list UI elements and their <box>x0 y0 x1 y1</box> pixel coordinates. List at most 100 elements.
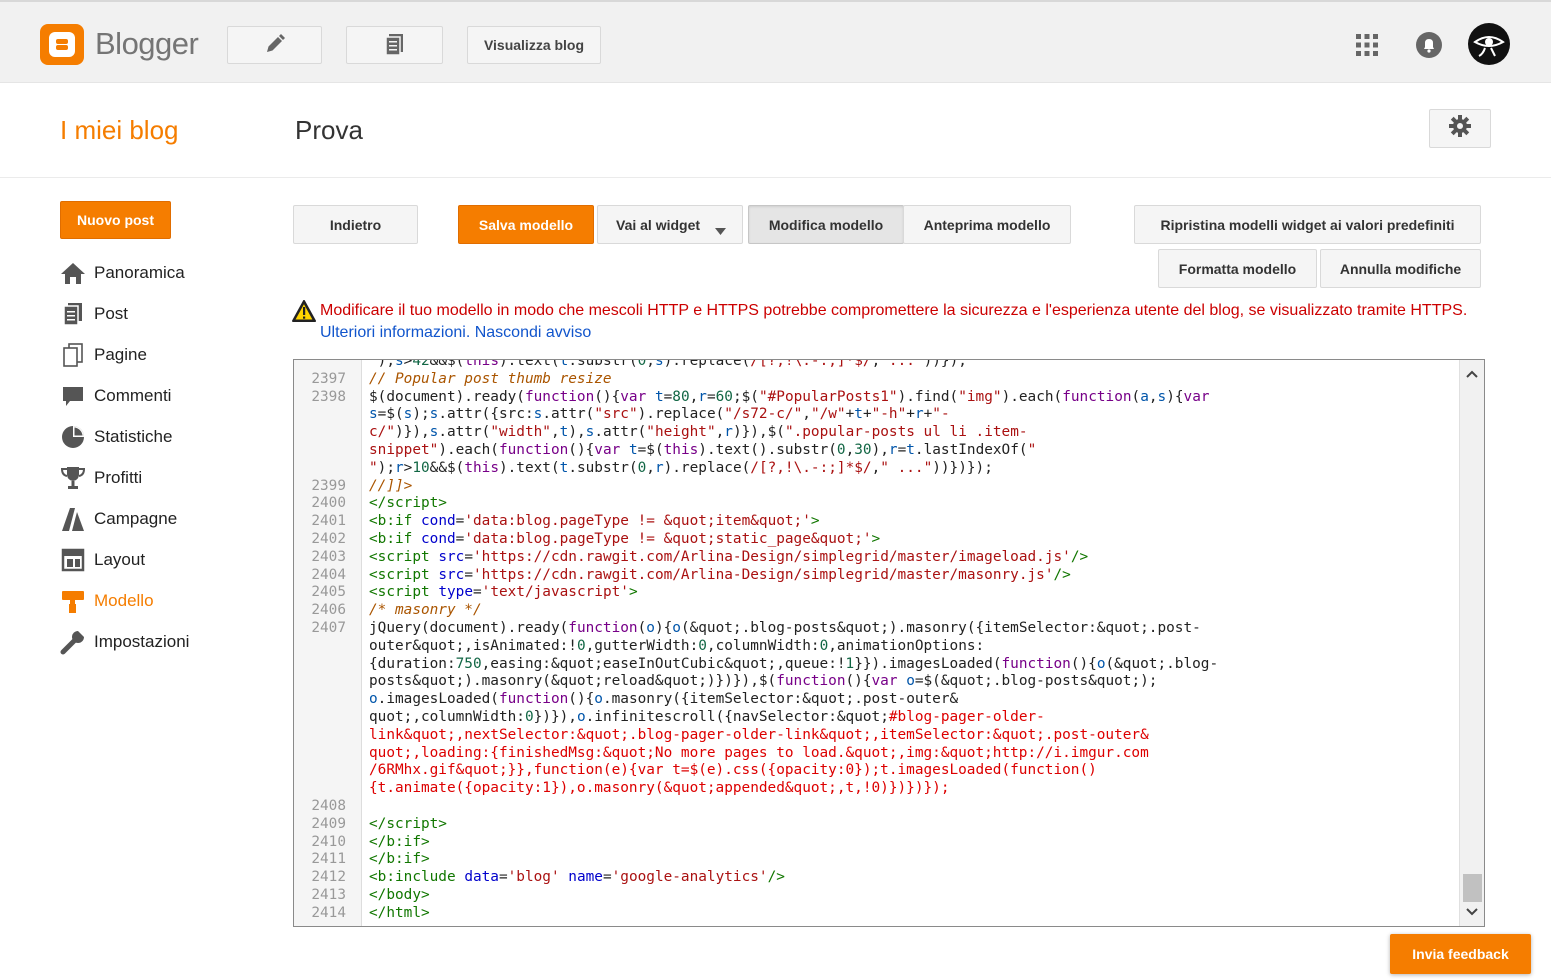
jump-to-widget-dropdown[interactable]: Vai al widget <box>597 205 743 244</box>
line-number: 2409 <box>311 815 346 832</box>
code-line: snippet").each(function(){var t=$(this).… <box>294 442 1459 460</box>
stats-icon <box>60 424 86 450</box>
line-number: 2402 <box>311 530 346 547</box>
layout-icon <box>60 547 86 573</box>
blog-title: Prova <box>295 115 363 145</box>
line-number: 2407 <box>311 619 346 636</box>
template-code-editor[interactable]: ");s>42&&$(this).text(t.substr(0,s).repl… <box>293 359 1485 927</box>
trophy-icon <box>60 465 86 491</box>
code-content[interactable]: ");s>42&&$(this).text(t.substr(0,s).repl… <box>294 360 1459 923</box>
scroll-up-icon[interactable] <box>1460 364 1484 384</box>
line-number: 2398 <box>311 388 346 405</box>
line-number: 2404 <box>311 566 346 583</box>
apps-grid-icon[interactable] <box>1354 32 1380 58</box>
sidebar-item-commenti[interactable]: Commenti <box>60 381 260 411</box>
code-line: 2401 <b:if cond='data:blog.pageType != &q… <box>294 513 1459 531</box>
editor-scrollbar[interactable] <box>1459 360 1484 926</box>
preview-template-button[interactable]: Anteprima modello <box>903 205 1071 244</box>
edit-template-button[interactable]: Modifica modello <box>748 205 904 244</box>
sidebar-item-label: Modello <box>94 591 154 610</box>
line-number <box>294 691 362 709</box>
code-line: /6RMhx.gif&quot;}},function(e){var t=$(e… <box>294 762 1459 780</box>
settings-button[interactable] <box>1429 109 1491 148</box>
sidebar-item-label: Statistiche <box>94 427 173 446</box>
code-line: quot;,loading:{finishedMsg:&quot;No more… <box>294 745 1459 763</box>
line-number <box>294 709 362 727</box>
new-post-pencil-button[interactable] <box>227 26 322 64</box>
pages-toolbar-button[interactable] <box>346 26 443 64</box>
code-line: 2397// Popular post thumb resize <box>294 371 1459 389</box>
gear-icon <box>1448 114 1472 143</box>
code-line: 2400 </script> <box>294 495 1459 513</box>
sidebar-item-pagine[interactable]: Pagine <box>60 340 260 370</box>
revert-changes-button[interactable]: Annulla modifiche <box>1320 249 1481 288</box>
sidebar-item-label: Layout <box>94 550 146 569</box>
pages-icon <box>384 32 406 59</box>
code-line: ");r>10&&$(this).text(t.substr(0,r).repl… <box>294 460 1459 478</box>
scroll-down-icon[interactable] <box>1460 902 1484 922</box>
line-number: 2412 <box>311 869 346 886</box>
back-button[interactable]: Indietro <box>293 205 418 244</box>
template-icon <box>60 588 86 614</box>
view-blog-button[interactable]: Visualizza blog <box>467 26 601 64</box>
line-number: 2399 <box>311 477 346 494</box>
warning-icon <box>292 300 316 329</box>
code-line: 2411 </b:if> <box>294 851 1459 869</box>
send-feedback-button[interactable]: Invia feedback <box>1390 934 1531 974</box>
posts-icon <box>60 301 86 327</box>
code-line: 2412 <b:include data='blog' name='google-… <box>294 869 1459 887</box>
jump-to-widget-label: Vai al widget <box>616 216 701 233</box>
code-line: o.imagesLoaded(function(){o.masonry({ite… <box>294 691 1459 709</box>
sidebar-item-label: Profitti <box>94 468 143 487</box>
code-line: 2408 <box>294 798 1459 816</box>
sidebar-item-panoramica[interactable]: Panoramica <box>60 258 260 288</box>
code-line: 2404 <script src='https://cdn.rawgit.com/… <box>294 567 1459 585</box>
line-number: 2400 <box>311 495 346 512</box>
line-number: 2413 <box>311 886 346 903</box>
sidebar-item-profitti[interactable]: Profitti <box>60 463 260 493</box>
line-number <box>294 406 362 424</box>
format-template-button[interactable]: Formatta modello <box>1158 249 1317 288</box>
scrollbar-thumb[interactable] <box>1463 874 1482 902</box>
learn-more-link[interactable]: Ulteriori informazioni. <box>320 324 470 341</box>
code-line: ");s>42&&$(this).text(t.substr(0,s).repl… <box>294 360 1459 371</box>
warning-message: Modificare il tuo modello in modo che me… <box>320 300 1490 344</box>
sidebar-item-modello[interactable]: Modello <box>60 586 260 616</box>
line-number <box>294 460 362 478</box>
brand-name[interactable]: Blogger <box>95 26 199 62</box>
line-number <box>294 727 362 745</box>
reset-widget-templates-button[interactable]: Ripristina modelli widget ai valori pred… <box>1134 205 1481 244</box>
sidebar-item-statistiche[interactable]: Statistiche <box>60 422 260 452</box>
sidebar-item-label: Post <box>94 304 129 323</box>
line-number <box>294 673 362 691</box>
line-number <box>294 638 362 656</box>
my-blogs-link[interactable]: I miei blog <box>60 115 179 146</box>
hide-warning-link[interactable]: Nascondi avviso <box>475 324 592 341</box>
sidebar-item-campagne[interactable]: Campagne <box>60 504 260 534</box>
code-line: 2406/* masonry */ <box>294 602 1459 620</box>
account-avatar[interactable] <box>1467 22 1511 66</box>
save-template-button[interactable]: Salva modello <box>458 205 594 244</box>
campaigns-icon <box>60 506 86 532</box>
sidebar-item-impostazioni[interactable]: Impostazioni <box>60 627 260 657</box>
code-line: {duration:750,easing:&quot;easeInOutCubi… <box>294 656 1459 674</box>
code-line: s=$(s);s.attr({src:s.attr("src").replace… <box>294 406 1459 424</box>
line-number <box>294 780 362 798</box>
pencil-icon <box>264 33 286 58</box>
code-line: link&quot;,nextSelector:&quot;.blog-page… <box>294 727 1459 745</box>
line-number <box>294 745 362 763</box>
line-number: 2401 <box>311 513 346 530</box>
notifications-icon[interactable] <box>1414 30 1443 59</box>
wrench-icon <box>60 629 86 655</box>
new-post-button[interactable]: Nuovo post <box>60 201 171 239</box>
sidebar-item-layout[interactable]: Layout <box>60 545 260 575</box>
line-number <box>294 762 362 780</box>
code-line: 2402 <b:if cond='data:blog.pageType != &q… <box>294 531 1459 549</box>
code-line: c/")}),s.attr("width",t),s.attr("height"… <box>294 424 1459 442</box>
code-line: 2399//]]> <box>294 478 1459 496</box>
code-line: 2409 </script> <box>294 816 1459 834</box>
sidebar-item-post[interactable]: Post <box>60 299 260 329</box>
code-line: 2398 $(document).ready(function(){var t=8… <box>294 389 1459 407</box>
code-line: 2405 <script type='text/javascript'> <box>294 584 1459 602</box>
blogger-logo[interactable] <box>40 24 84 65</box>
